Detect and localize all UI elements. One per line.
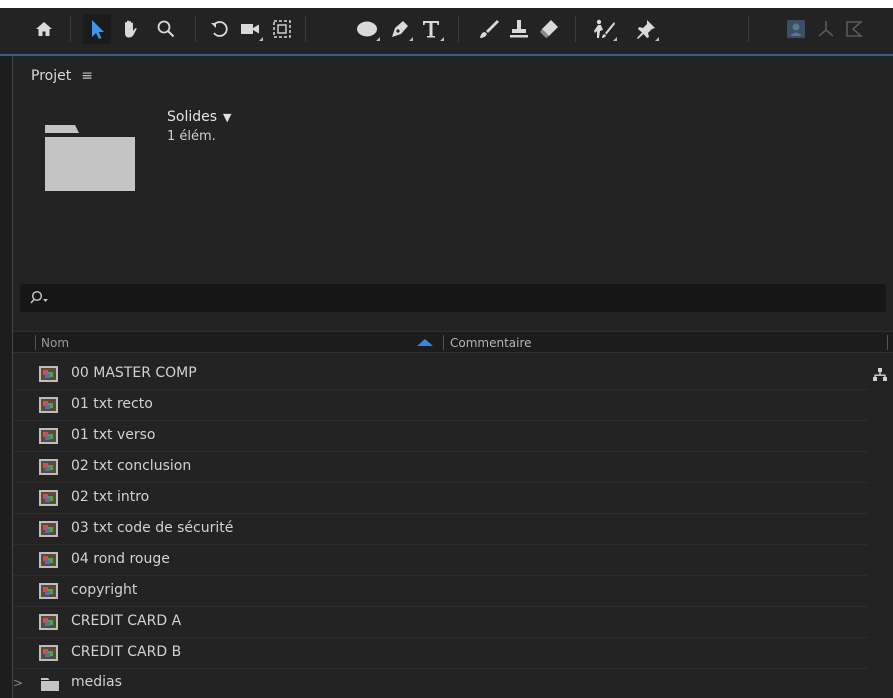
zoom-icon[interactable] (152, 14, 180, 44)
submenu-indicator (409, 37, 413, 41)
item-label: 02 txt intro (71, 489, 150, 505)
home-icon[interactable] (30, 14, 58, 44)
submenu-indicator (376, 37, 380, 41)
toolbar-separator (575, 16, 576, 42)
item-label: 00 MASTER COMP (71, 365, 197, 381)
project-tab-label: Projet (31, 68, 72, 84)
table-row[interactable]: > medias (13, 669, 868, 698)
user-icon (782, 14, 810, 44)
title-strip (0, 0, 893, 8)
table-row[interactable]: 04 rond rouge (13, 545, 868, 576)
puppet-pin-icon[interactable] (632, 14, 660, 44)
composition-icon (39, 645, 58, 661)
table-row[interactable]: CREDIT CARD A (13, 607, 868, 638)
selection-arrow-icon[interactable] (83, 14, 111, 44)
rotate-icon[interactable] (206, 14, 234, 44)
table-row[interactable]: 01 txt recto (13, 390, 868, 421)
column-comment-header[interactable]: Commentaire (450, 336, 532, 350)
submenu-indicator (613, 37, 617, 41)
submenu-indicator (440, 37, 444, 41)
composition-icon (39, 366, 58, 382)
item-label: 01 txt verso (71, 427, 156, 443)
toolbar-separator (748, 16, 749, 42)
clone-stamp-icon[interactable] (505, 14, 533, 44)
panel-menu-icon[interactable]: ≡ (81, 68, 93, 84)
eraser-icon[interactable] (535, 14, 563, 44)
brush-icon[interactable] (475, 14, 503, 44)
column-divider (887, 335, 888, 350)
column-divider (35, 335, 36, 350)
item-label: 01 txt recto (71, 396, 153, 412)
3d-axis-icon (812, 14, 840, 44)
item-label: copyright (71, 582, 138, 598)
search-icon[interactable] (30, 290, 50, 306)
sort-ascending-icon[interactable] (417, 339, 433, 346)
toolbar-separator (70, 16, 71, 42)
composition-icon (39, 459, 58, 475)
item-label: 03 txt code de sécurité (71, 520, 234, 536)
submenu-indicator (259, 37, 263, 41)
composition-icon (39, 521, 58, 537)
item-label: CREDIT CARD A (71, 613, 182, 629)
composition-icon (39, 490, 58, 506)
composition-icon (39, 428, 58, 444)
caret-down-icon[interactable]: ▼ (223, 111, 231, 124)
hand-icon[interactable] (116, 14, 144, 44)
composition-icon (39, 583, 58, 599)
table-row[interactable]: CREDIT CARD B (13, 638, 868, 669)
camera-icon[interactable] (236, 14, 264, 44)
table-row[interactable]: 02 txt intro (13, 483, 868, 514)
table-row[interactable]: 02 txt conclusion (13, 452, 868, 483)
composition-icon (39, 397, 58, 413)
folder-thumbnail-icon (43, 123, 137, 193)
column-header: Nom Commentaire (13, 331, 893, 353)
chevron-right-icon[interactable]: > (13, 676, 23, 690)
table-row[interactable]: 01 txt verso (13, 421, 868, 452)
flowchart-icon[interactable] (873, 368, 887, 382)
table-row[interactable]: 03 txt code de sécurité (13, 514, 868, 545)
toolbar-separator (305, 16, 306, 42)
pan-behind-icon[interactable] (268, 14, 296, 44)
project-panel: Projet ≡ Solides ▼ 1 élém. Nom Commentai… (12, 56, 893, 698)
item-label: CREDIT CARD B (71, 644, 182, 660)
folder-icon (41, 678, 59, 691)
table-row[interactable]: copyright (13, 576, 868, 607)
item-label: medias (71, 674, 122, 690)
shape-icon (840, 14, 868, 44)
search-input[interactable] (20, 284, 886, 312)
folder-name-label: Solides (167, 109, 218, 125)
column-name-header[interactable]: Nom (41, 336, 69, 350)
item-label: 04 rond rouge (71, 551, 170, 567)
submenu-indicator (655, 37, 659, 41)
roto-brush-icon[interactable] (590, 14, 618, 44)
text-icon[interactable] (417, 14, 445, 44)
toolbar-separator (458, 16, 459, 42)
project-item-list: 00 MASTER COMP 01 txt recto 01 txt verso… (13, 359, 893, 698)
project-tab[interactable]: Projet ≡ (31, 66, 93, 86)
item-label: 02 txt conclusion (71, 458, 192, 474)
toolbar (0, 0, 893, 56)
composition-icon (39, 552, 58, 568)
toolbar-separator (195, 16, 196, 42)
column-divider (443, 335, 444, 350)
folder-name[interactable]: Solides ▼ (167, 109, 232, 125)
ellipse-icon[interactable] (353, 14, 381, 44)
pen-icon[interactable] (386, 14, 414, 44)
composition-icon (39, 614, 58, 630)
table-row[interactable]: 00 MASTER COMP (13, 359, 887, 390)
folder-item-count: 1 élém. (167, 129, 216, 144)
